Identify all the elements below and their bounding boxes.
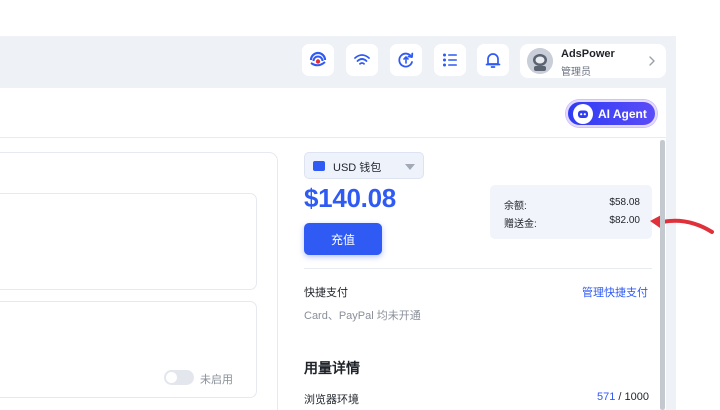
detail-label: 赠送金: <box>504 219 537 230</box>
user-menu[interactable]: AdsPower 管理员 <box>520 44 666 78</box>
ai-agent-label: AI Agent <box>598 106 647 121</box>
user-role: 管理员 <box>561 67 591 78</box>
left-field-top[interactable] <box>0 193 257 290</box>
usage-sep: / <box>615 391 625 403</box>
quick-pay-title: 快捷支付 <box>304 287 348 299</box>
robot-icon <box>573 103 593 124</box>
notification-button[interactable] <box>477 44 509 76</box>
usage-used[interactable]: 571 <box>597 391 615 403</box>
toggle-knob <box>166 372 177 383</box>
detail-row-bonus: 赠送金: $82.00 <box>504 215 640 230</box>
caret-down-icon <box>405 164 415 170</box>
adspower-logo-button[interactable] <box>302 44 334 76</box>
detail-value: $58.08 <box>609 197 640 208</box>
wallet-selector-label: USD 钱包 <box>333 162 382 174</box>
quick-pay-desc: Card、PayPal 均未开通 <box>304 310 421 322</box>
user-name: AdsPower <box>561 48 615 60</box>
task-list-button[interactable] <box>434 44 466 76</box>
scrollbar-thumb[interactable] <box>660 140 665 410</box>
manage-quick-pay-link[interactable]: 管理快捷支付 <box>582 284 648 300</box>
sync-icon <box>398 52 414 68</box>
astronaut-icon <box>527 48 553 74</box>
wallet-icon <box>313 161 325 171</box>
usage-total: 1000 <box>624 391 650 403</box>
usage-row-label: 浏览器环境 <box>304 394 359 406</box>
sync-button[interactable] <box>390 44 422 76</box>
list-icon <box>443 53 457 67</box>
usage-title: 用量详情 <box>304 360 360 376</box>
annotation-arrow-icon <box>650 213 714 234</box>
adspower-logo-icon <box>309 51 327 67</box>
ai-agent-button[interactable]: AI Agent <box>566 100 657 127</box>
network-button[interactable] <box>346 44 378 76</box>
usage-row-value: 571 / 1000 <box>597 391 649 403</box>
enable-toggle[interactable] <box>164 370 194 385</box>
detail-label: 余额: <box>504 201 527 212</box>
chevron-right-icon <box>649 56 655 66</box>
wifi-icon <box>354 54 370 65</box>
section-divider <box>304 268 652 269</box>
avatar <box>527 48 553 74</box>
wallet-selector[interactable]: USD 钱包 <box>304 152 424 179</box>
toggle-label: 未启用 <box>200 374 233 386</box>
detail-row-balance: 余额: $58.08 <box>504 197 640 212</box>
bell-icon <box>485 53 501 68</box>
balance-details: 余额: $58.08 赠送金: $82.00 <box>490 185 652 239</box>
wallet-total: $140.08 <box>304 183 396 213</box>
header-divider <box>0 137 666 138</box>
topup-button[interactable]: 充值 <box>304 223 382 255</box>
detail-value: $82.00 <box>609 215 640 226</box>
